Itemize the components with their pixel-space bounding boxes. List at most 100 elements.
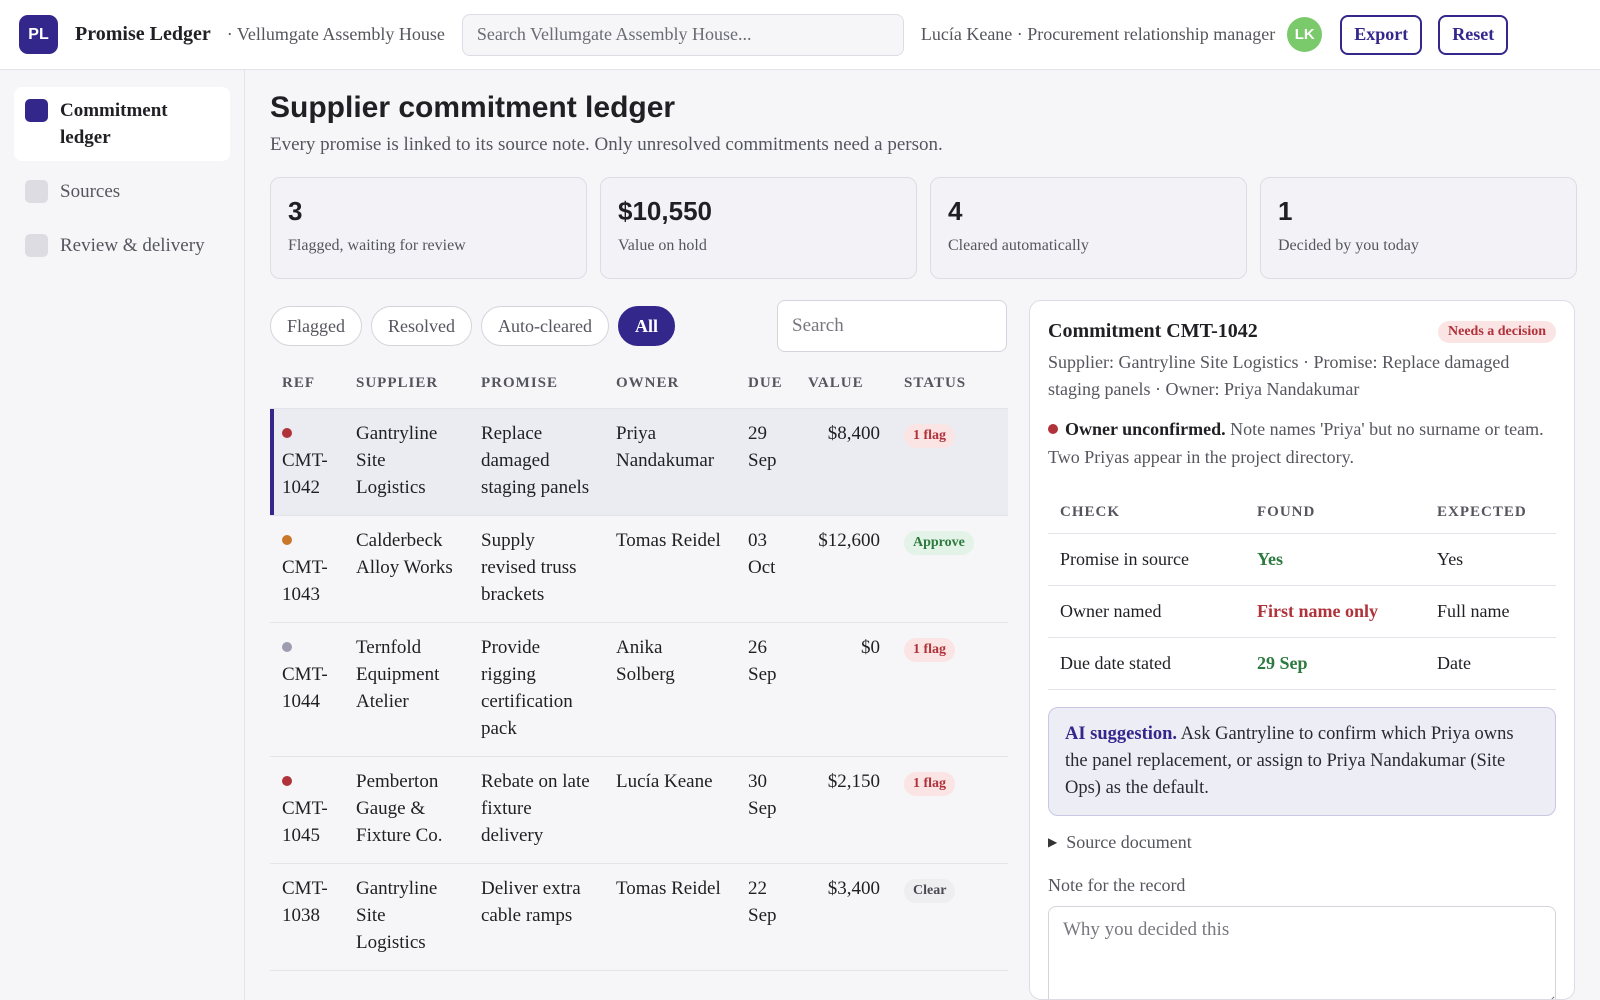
checks-table: CHECK FOUND EXPECTED Promise in source Y… (1048, 493, 1556, 690)
stat-card-cleared: 4 Cleared automatically (930, 177, 1247, 279)
commitments-table: REF SUPPLIER PROMISE OWNER DUE VALUE STA… (270, 360, 1008, 1000)
ref-text: CMT-1045 (282, 797, 328, 846)
cell-supplier: Ternfold Equipment Atelier (344, 622, 469, 757)
cell-value: $0 (796, 622, 892, 757)
sidebar-item-sources[interactable]: Sources (14, 168, 230, 215)
status-badge: Needs a decision (1438, 320, 1556, 343)
cell-due: 03 Oct (736, 515, 796, 623)
column-header-due[interactable]: DUE (736, 360, 796, 409)
cell-status: Clear (892, 863, 1008, 971)
status-dot-icon (282, 775, 292, 786)
decision-note-field[interactable] (1048, 905, 1556, 999)
sidebar-item-commitment-ledger[interactable]: Commitment ledger (14, 87, 230, 161)
filter-chip-all[interactable]: All (617, 306, 675, 346)
detail-meta: Supplier: Gantryline Site Logistics · Pr… (1048, 352, 1510, 399)
check-expected: Date (1425, 637, 1556, 690)
cell-value: $12,600 (796, 515, 892, 623)
table-row[interactable]: CMT-1044 Ternfold Equipment Atelier Provid… (270, 622, 1008, 757)
ref-text: CMT-1038 (282, 877, 328, 926)
issue-title: Owner unconfirmed. (1065, 419, 1226, 439)
reset-button[interactable]: Reset (1438, 14, 1509, 55)
status-badge: 1 flag (904, 637, 956, 662)
cell-owner: Priya Nandakumar (604, 408, 736, 516)
table-row[interactable]: CMT-1042 Gantryline Site Logistics Replace… (270, 408, 1008, 516)
avatar[interactable]: LK (1287, 17, 1323, 52)
check-row: Promise in source Yes Yes (1048, 533, 1556, 586)
stat-value: $10,550 (618, 196, 712, 226)
cell-status: 1 flag (892, 408, 1008, 516)
sidebar-item-label: Commitment ledger (60, 100, 168, 148)
sidebar-item-review-delivery[interactable]: Review & delivery (14, 222, 230, 269)
cell-promise: Provide rigging certification pack (469, 622, 604, 757)
check-found: Yes (1245, 533, 1425, 586)
source-document-label: Source document (1066, 831, 1192, 852)
page-subtitle: Every promise is linked to its source no… (270, 134, 943, 155)
issue-summary: Owner unconfirmed. Note names 'Priya' bu… (1048, 415, 1556, 471)
stat-card-flagged: 3 Flagged, waiting for review (270, 177, 587, 279)
ref-text: CMT-1042 (282, 449, 328, 498)
column-header-expected: EXPECTED (1425, 493, 1556, 534)
workspace-name: · Vellumgate Assembly House (226, 24, 445, 44)
nav-square-icon (25, 180, 48, 203)
user-label: Lucía Keane · Procurement relationship m… (920, 24, 1276, 44)
status-badge: Clear (904, 878, 956, 903)
status-badge: Approve (904, 530, 974, 555)
cell-status: 1 flag (892, 622, 1008, 757)
stat-card-decided: 1 Decided by you today (1260, 177, 1577, 279)
stat-value: 4 (948, 196, 963, 226)
table-row[interactable]: CMT-1045 Pemberton Gauge & Fixture Co. Reb… (270, 756, 1008, 864)
column-header-value[interactable]: VALUE (796, 360, 892, 409)
filter-chip-resolved[interactable]: Resolved (371, 306, 472, 346)
ref-text: CMT-1043 (282, 556, 328, 605)
status-dot-icon (282, 641, 292, 652)
cell-due: 30 Sep (736, 756, 796, 864)
stat-value: 3 (288, 196, 303, 226)
app-logo: PL (19, 15, 58, 54)
column-header-ref[interactable]: REF (270, 360, 344, 409)
status-badge: 1 flag (904, 771, 956, 796)
cell-owner: Tomas Reidel (604, 863, 736, 971)
nav-square-icon (25, 99, 48, 122)
table-search-input[interactable] (777, 300, 1007, 352)
cell-ref: CMT-1044 (270, 622, 344, 757)
global-search-input[interactable] (461, 13, 904, 56)
main-content: Supplier commitment ledger Every promise… (270, 70, 1577, 1000)
cell-supplier: Gantryline Site Logistics (344, 408, 469, 516)
check-found: 29 Sep (1245, 637, 1425, 690)
stat-label: Value on hold (618, 237, 707, 254)
check-row: Owner named First name only Full name (1048, 585, 1556, 638)
stat-label: Flagged, waiting for review (288, 237, 466, 254)
table-row[interactable]: CMT-1038 Gantryline Site Logistics Deliver… (270, 863, 1008, 971)
cell-ref: CMT-1045 (270, 756, 344, 864)
cell-ref: CMT-1043 (270, 515, 344, 623)
check-expected: Yes (1425, 533, 1556, 586)
sidebar: Commitment ledger Sources Review & deliv… (0, 70, 245, 1000)
column-header-owner[interactable]: OWNER (604, 360, 736, 409)
stat-label: Cleared automatically (948, 237, 1089, 254)
status-badge: 1 flag (904, 423, 956, 448)
check-name: Due date stated (1048, 637, 1245, 690)
column-header-check: CHECK (1048, 493, 1245, 534)
column-header-promise[interactable]: PROMISE (469, 360, 604, 409)
filter-chip-flagged[interactable]: Flagged (270, 306, 362, 346)
page-title: Supplier commitment ledger (270, 91, 676, 124)
table-row[interactable]: CMT-1043 Calderbeck Alloy Works Supply rev… (270, 515, 1008, 623)
cell-owner: Anika Solberg (604, 622, 736, 757)
top-bar: PL Promise Ledger · Vellumgate Assembly … (0, 0, 1600, 70)
filter-chip-auto-cleared[interactable]: Auto-cleared (481, 306, 609, 346)
cell-status: 1 flag (892, 756, 1008, 864)
check-name: Owner named (1048, 585, 1245, 638)
status-dot-icon (282, 534, 292, 545)
column-header-status[interactable]: STATUS (892, 360, 1008, 409)
cell-due: 29 Sep (736, 408, 796, 516)
cell-value: $8,400 (796, 408, 892, 516)
check-found: First name only (1245, 585, 1425, 638)
export-button[interactable]: Export (1340, 14, 1423, 55)
cell-promise: Deliver extra cable ramps (469, 863, 604, 971)
disclosure-triangle-icon: ▶ (1048, 834, 1058, 849)
nav-square-icon (25, 234, 48, 257)
source-document-toggle[interactable]: ▶ Source document (1048, 832, 1556, 853)
cell-supplier: Calderbeck Alloy Works (344, 515, 469, 623)
stats-row: 3 Flagged, waiting for review $10,550 Va… (270, 177, 1577, 279)
column-header-supplier[interactable]: SUPPLIER (344, 360, 469, 409)
